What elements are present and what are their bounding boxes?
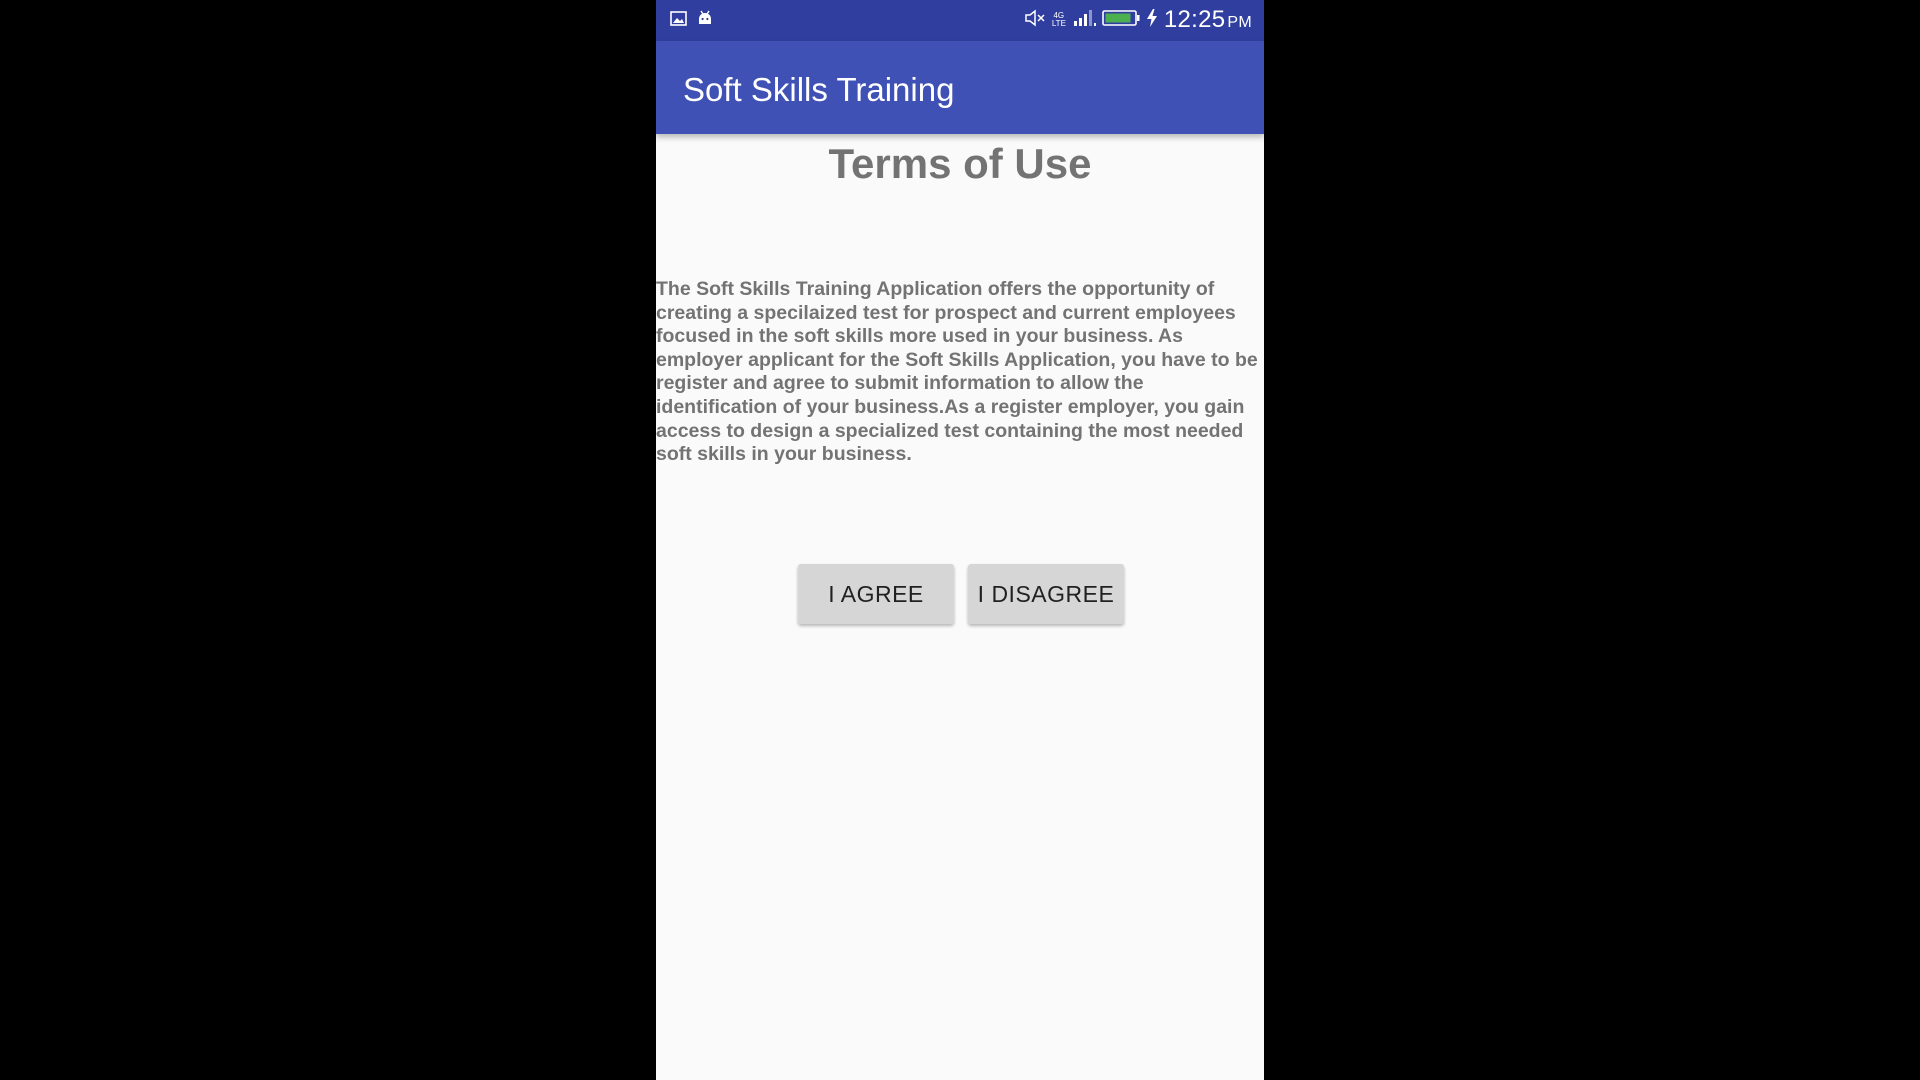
clock: 12:25 PM (1164, 6, 1252, 34)
battery-icon (1102, 9, 1140, 32)
terms-text: The Soft Skills Training Application off… (656, 278, 1258, 466)
image-icon (670, 10, 687, 31)
android-icon (697, 10, 713, 31)
clock-ampm: PM (1227, 14, 1252, 31)
system-icons: 4G LTE 12:25 PM (1024, 6, 1252, 34)
agree-button[interactable]: I AGREE (798, 564, 954, 624)
network-type: 4G LTE (1052, 12, 1066, 28)
disagree-button[interactable]: I DISAGREE (968, 564, 1124, 624)
app-title: Soft Skills Training (683, 71, 955, 108)
notification-icons (670, 10, 713, 31)
phone-screen: 4G LTE 12:25 PM Soft Skills Training Ter… (656, 0, 1264, 1080)
signal-icon (1072, 9, 1096, 32)
charging-icon (1146, 8, 1158, 33)
status-bar: 4G LTE 12:25 PM (656, 0, 1264, 41)
page-title: Terms of Use (828, 140, 1092, 187)
app-bar: Soft Skills Training (656, 41, 1264, 134)
network-type-bottom: LTE (1051, 19, 1066, 28)
mute-icon (1024, 8, 1046, 32)
clock-time: 12:25 (1163, 6, 1226, 33)
